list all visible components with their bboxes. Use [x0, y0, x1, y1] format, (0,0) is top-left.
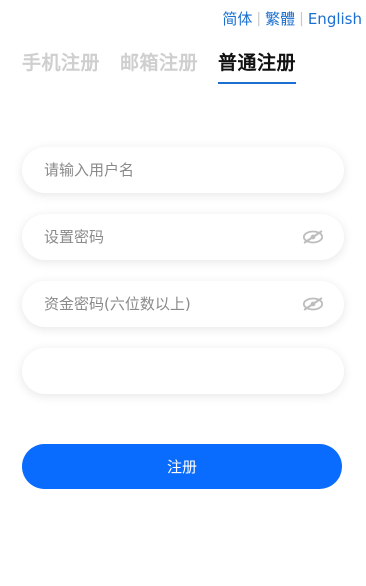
extra-field — [22, 348, 344, 394]
register-button[interactable]: 注册 — [22, 444, 342, 489]
username-input[interactable] — [42, 160, 324, 180]
lang-simplified-link[interactable]: 简体 — [222, 8, 252, 29]
username-field — [22, 147, 344, 193]
register-tabs: 手机注册 邮箱注册 普通注册 — [22, 48, 316, 84]
extra-input[interactable] — [42, 361, 324, 381]
fund-password-input[interactable] — [42, 294, 302, 314]
tab-phone-register[interactable]: 手机注册 — [22, 48, 100, 84]
tab-email-register[interactable]: 邮箱注册 — [120, 48, 198, 84]
lang-traditional-link[interactable]: 繁體 — [265, 8, 295, 29]
language-switcher: 简体 | 繁體 | English — [222, 8, 362, 29]
lang-separator: | — [256, 10, 262, 27]
eye-slash-icon[interactable] — [302, 296, 324, 312]
password-field — [22, 214, 344, 260]
lang-english-link[interactable]: English — [308, 10, 362, 28]
fund-password-field — [22, 281, 344, 327]
lang-separator: | — [299, 10, 304, 27]
password-input[interactable] — [42, 227, 302, 247]
tab-normal-register[interactable]: 普通注册 — [218, 48, 297, 84]
eye-slash-icon[interactable] — [302, 229, 324, 245]
